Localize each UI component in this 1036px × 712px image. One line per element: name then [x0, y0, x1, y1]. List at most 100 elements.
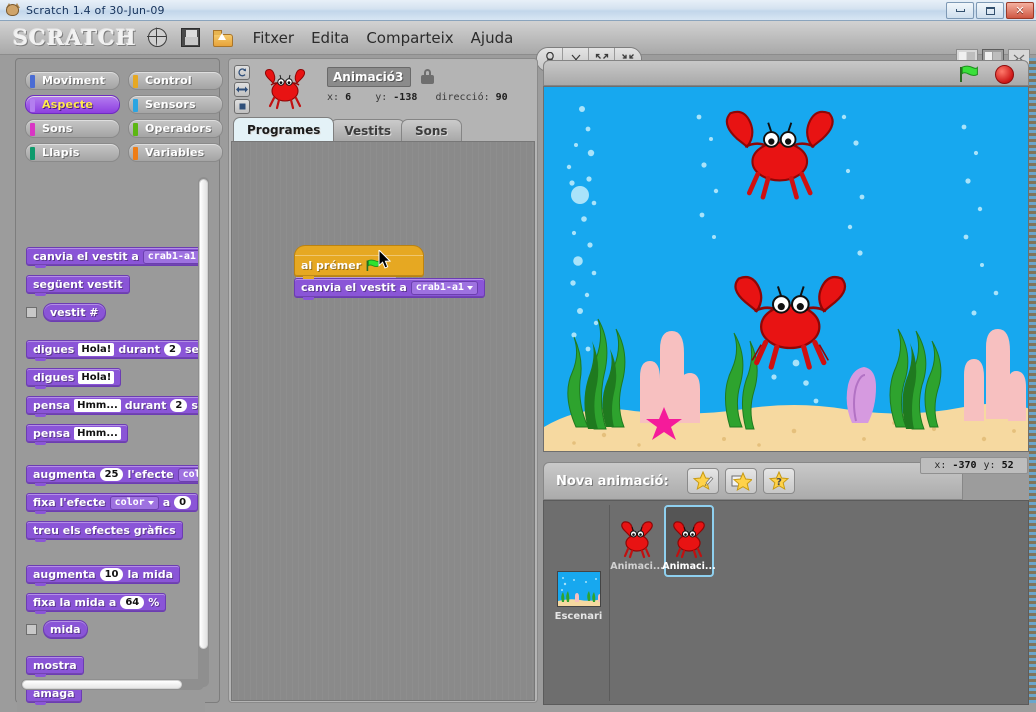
- block-number-input[interactable]: 25: [99, 468, 124, 481]
- block-label: la mida: [127, 568, 174, 581]
- rotation-style-buttons: [234, 65, 250, 114]
- block-label: augmenta: [33, 568, 96, 581]
- scratch-logo: SCRATCH: [13, 25, 137, 50]
- palette-block-treu-efectes[interactable]: treu els efectes gràfics: [26, 521, 183, 542]
- green-flag-button[interactable]: [958, 65, 980, 83]
- block-label: següent vestit: [33, 278, 123, 291]
- script-block-canvia-vestit[interactable]: canvia el vestit a crab1-a1: [294, 275, 485, 300]
- window-controls: ✕: [946, 2, 1034, 19]
- palette-block-digues-durant[interactable]: digues Hola! durant 2 segons: [26, 340, 205, 361]
- block-palette-panel: Moviment Control Aspecte Sensors Sons Op…: [15, 58, 223, 712]
- sprite-list-item-1[interactable]: Animaci...: [610, 505, 664, 577]
- block-text-input[interactable]: Hmm...: [74, 427, 121, 440]
- block-number-input[interactable]: 2: [164, 343, 181, 356]
- dropdown-value: crab1-a1: [147, 251, 196, 262]
- menu-item-fitxer[interactable]: Fitxer: [253, 29, 294, 47]
- palette-block-augmenta-mida[interactable]: augmenta 10 la mida: [26, 565, 181, 586]
- sprite-y-value: -138: [393, 92, 418, 103]
- save-icon[interactable]: [179, 26, 203, 50]
- block-dropdown[interactable]: crab1-a1: [410, 280, 478, 295]
- palette-block-pensa[interactable]: pensa Hmm...: [26, 424, 128, 445]
- block-label: mida: [50, 623, 81, 636]
- palette-vertical-scrollbar[interactable]: [198, 177, 209, 687]
- mouse-x-value: -370: [952, 460, 977, 471]
- sprite-thumbnail-image: [668, 519, 710, 559]
- menu-item-edita[interactable]: Edita: [311, 29, 349, 47]
- block-text-input[interactable]: Hola!: [78, 371, 115, 384]
- category-aspecte[interactable]: Aspecte: [25, 95, 120, 114]
- category-label: Operadors: [145, 122, 212, 135]
- stop-button[interactable]: [995, 65, 1014, 84]
- palette-block-mida[interactable]: mida: [43, 620, 88, 639]
- block-number-input[interactable]: 64: [120, 596, 145, 609]
- open-project-icon[interactable]: [212, 26, 236, 50]
- category-moviment[interactable]: Moviment: [25, 71, 120, 90]
- category-sons[interactable]: Sons: [25, 119, 120, 138]
- window-titlebar: Scratch 1.4 of 30-Jun-09 ✕: [0, 0, 1036, 21]
- rotate-around-icon[interactable]: [234, 65, 250, 80]
- palette-block-canvia-vestit[interactable]: canvia el vestit a crab1-a1: [26, 247, 205, 268]
- sprite-list-item-2[interactable]: Animaci...: [662, 505, 716, 577]
- category-control[interactable]: Control: [128, 71, 223, 90]
- block-label: canvia el vestit a: [33, 250, 139, 263]
- palette-block-vestit-num[interactable]: vestit #: [43, 303, 106, 322]
- block-label: vestit #: [50, 306, 99, 319]
- palette-block-digues[interactable]: digues Hola!: [26, 368, 122, 389]
- palette-block-fixa-efecte[interactable]: fixa l'efecte color a 0: [26, 493, 199, 514]
- block-text-input[interactable]: Hmm...: [74, 399, 121, 412]
- svg-text:?: ?: [776, 477, 782, 488]
- random-sprite-icon[interactable]: ?: [762, 468, 795, 494]
- stage-display[interactable]: [543, 86, 1029, 452]
- block-label: fixa l'efecte: [33, 496, 106, 509]
- category-label: Llapis: [42, 146, 80, 159]
- block-dropdown[interactable]: crab1-a1: [142, 249, 205, 264]
- stage-mouse-coordinates: x: -370 y: 52: [920, 457, 1028, 474]
- category-variables[interactable]: Variables: [128, 143, 223, 162]
- globe-icon[interactable]: [146, 26, 170, 50]
- sprite-name-field[interactable]: Animació3: [327, 67, 411, 87]
- tab-programes[interactable]: Programes: [233, 117, 335, 141]
- scripts-panel: Animació3 x: 6 y: -138 direcció: 90 Prog…: [228, 58, 538, 703]
- restore-button[interactable]: [976, 2, 1004, 19]
- category-buttons: Moviment Control Aspecte Sensors Sons Op…: [25, 71, 223, 162]
- open-sprite-from-file-icon[interactable]: [724, 468, 757, 494]
- palette-checkbox-vestit-num[interactable]: [26, 307, 37, 318]
- sprite-header: Animació3 x: 6 y: -138 direcció: 90 Prog…: [229, 59, 537, 141]
- block-label: mostra: [33, 659, 77, 672]
- tab-vestits[interactable]: Vestits: [330, 119, 405, 141]
- sprite-thumbnails: Animaci... Animaci...: [610, 505, 716, 577]
- script-canvas[interactable]: al prémer canvia el vestit a crab1-a1: [231, 141, 535, 701]
- block-number-input[interactable]: 2: [170, 399, 188, 412]
- palette-horizontal-scrollbar[interactable]: [21, 679, 204, 690]
- dropdown-value: color: [114, 497, 145, 508]
- block-number-input[interactable]: 0: [174, 496, 192, 509]
- block-label: augmenta: [33, 468, 96, 481]
- stage-list-item[interactable]: Escenari: [548, 505, 610, 701]
- palette-block-seguent-vestit[interactable]: següent vestit: [26, 275, 130, 296]
- block-label: pensa: [33, 399, 71, 412]
- palette-block-fixa-mida[interactable]: fixa la mida a 64 %: [26, 593, 167, 614]
- block-label: fixa la mida a: [33, 596, 117, 609]
- block-dropdown[interactable]: color: [109, 495, 159, 510]
- block-text-input[interactable]: Hola!: [78, 343, 115, 356]
- tab-sons[interactable]: Sons: [401, 119, 462, 141]
- category-llapis[interactable]: Llapis: [25, 143, 120, 162]
- sprite-direction-label: direcció:: [435, 92, 490, 103]
- close-button[interactable]: ✕: [1006, 2, 1034, 19]
- no-rotate-icon[interactable]: [234, 99, 250, 114]
- menu-item-ajuda[interactable]: Ajuda: [471, 29, 514, 47]
- palette-block-pensa-durant[interactable]: pensa Hmm... durant 2 segons: [26, 396, 205, 417]
- category-sensors[interactable]: Sensors: [128, 95, 223, 114]
- paint-new-sprite-icon[interactable]: [686, 468, 719, 494]
- palette-block-mostra[interactable]: mostra: [26, 656, 84, 677]
- menu-item-comparteix[interactable]: Comparteix: [366, 29, 453, 47]
- script-hat-block-al-premer[interactable]: al prémer: [294, 255, 424, 279]
- flip-left-right-icon[interactable]: [234, 82, 250, 97]
- palette-checkbox-mida[interactable]: [26, 624, 37, 635]
- minimize-button[interactable]: [946, 2, 974, 19]
- lock-icon[interactable]: [421, 69, 434, 84]
- block-number-input[interactable]: 10: [99, 568, 124, 581]
- category-operadors[interactable]: Operadors: [128, 119, 223, 138]
- category-label: Aspecte: [42, 98, 94, 111]
- palette-block-augmenta-efecte[interactable]: augmenta 25 l'efecte color: [26, 465, 205, 486]
